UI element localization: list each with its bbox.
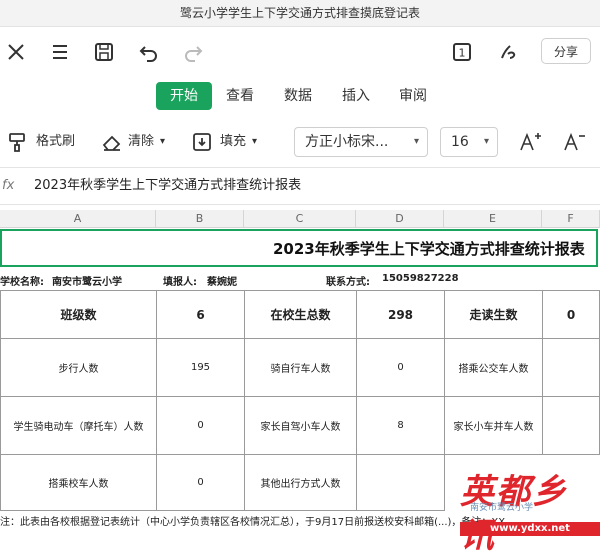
column-header-c[interactable]: C: [244, 210, 356, 227]
walk-label[interactable]: 步行人数: [0, 338, 157, 397]
watermark-url: www.ydxx.net: [460, 522, 600, 536]
carpool-label[interactable]: 家长小车并车人数: [444, 396, 543, 455]
sheet-count-icon[interactable]: 1: [450, 40, 474, 64]
tab-view[interactable]: 查看: [220, 82, 260, 110]
column-header-e[interactable]: E: [444, 210, 542, 227]
column-header-d[interactable]: D: [356, 210, 444, 227]
other-value[interactable]: [356, 454, 445, 511]
font-size-select[interactable]: 16 ▾: [440, 127, 498, 157]
day-students-label[interactable]: 走读生数: [444, 290, 543, 339]
increase-font-icon[interactable]: [518, 130, 542, 154]
total-students-value[interactable]: 298: [356, 290, 445, 339]
filler-label: 填报人:: [163, 277, 197, 288]
menu-icon[interactable]: [48, 40, 72, 64]
pen-icon[interactable]: [496, 40, 520, 64]
day-students-value[interactable]: 0: [542, 290, 600, 339]
contact-value: 15059827228: [382, 273, 459, 284]
school-bus-value[interactable]: 0: [156, 454, 245, 511]
fill-icon[interactable]: [190, 130, 214, 154]
ribbon-tabs: 开始 查看 数据 插入 审阅: [0, 80, 600, 114]
tab-home[interactable]: 开始: [156, 82, 212, 110]
walk-value[interactable]: 195: [156, 338, 245, 397]
car-label[interactable]: 家长自驾小车人数: [244, 396, 357, 455]
school-bus-label[interactable]: 搭乘校车人数: [0, 454, 157, 511]
watermark-text: 英都乡讯: [460, 472, 568, 556]
tab-data[interactable]: 数据: [278, 82, 318, 110]
tab-insert[interactable]: 插入: [336, 82, 376, 110]
chevron-down-icon: ▾: [483, 136, 489, 147]
ebike-value[interactable]: 0: [156, 396, 245, 455]
save-icon[interactable]: [92, 40, 116, 64]
svg-text:1: 1: [459, 47, 466, 60]
column-header-b[interactable]: B: [156, 210, 244, 227]
footnote: 注：此表由各校根据登记表统计（中心小学负责辖区各校情况汇总），于9月17日前报送…: [0, 517, 506, 528]
window-title: 鹭云小学学生上下学交通方式排查摸底登记表: [0, 0, 600, 27]
close-icon[interactable]: [4, 40, 28, 64]
redo-icon[interactable]: [181, 40, 205, 64]
carpool-value[interactable]: [542, 396, 600, 455]
bike-label[interactable]: 骑自行车人数: [244, 338, 357, 397]
total-students-label[interactable]: 在校生总数: [244, 290, 357, 339]
filler-name: 蔡婉妮: [207, 277, 237, 288]
fill-button[interactable]: 填充: [220, 128, 246, 156]
clear-button[interactable]: 清除: [128, 128, 154, 156]
column-header-a[interactable]: A: [0, 210, 156, 227]
formula-bar: fx 2023年秋季学生上下学交通方式排查统计报表: [0, 167, 600, 205]
font-name-select[interactable]: 方正小标宋... ▾: [294, 127, 428, 157]
ebike-label[interactable]: 学生骑电动车（摩托车）人数: [0, 396, 157, 455]
class-count-value[interactable]: 6: [156, 290, 245, 339]
undo-icon[interactable]: [137, 40, 161, 64]
chevron-down-icon: ▾: [413, 136, 419, 147]
bus-value[interactable]: [542, 338, 600, 397]
watermark-sub: 南安市鹭云小学: [470, 503, 534, 513]
format-painter-icon[interactable]: [6, 130, 30, 154]
font-size-value: 16: [451, 134, 469, 150]
school-label: 学校名称:: [0, 277, 44, 288]
school-name: 南安市鹭云小学: [52, 277, 122, 288]
car-value[interactable]: 8: [356, 396, 445, 455]
font-name-value: 方正小标宋...: [305, 134, 389, 150]
share-button[interactable]: 分享: [541, 38, 591, 64]
column-header-f[interactable]: F: [542, 210, 600, 227]
watermark-logo: 英都乡讯 南安市鹭云小学 www.ydxx.net: [460, 470, 600, 556]
chevron-down-icon[interactable]: ▾: [160, 128, 165, 156]
format-toolbar: 格式刷 清除 ▾ 填充 ▾ 方正小标宋... ▾ 16 ▾: [0, 120, 600, 164]
column-header: A B C D E F: [0, 210, 600, 228]
bike-value[interactable]: 0: [356, 338, 445, 397]
selected-title-cell[interactable]: 2023年秋季学生上下学交通方式排查统计报表: [0, 229, 598, 267]
other-label[interactable]: 其他出行方式人数: [244, 454, 357, 511]
sheet-title: 2023年秋季学生上下学交通方式排查统计报表: [273, 240, 585, 258]
contact-label: 联系方式:: [326, 277, 370, 288]
top-toolbar: 1 分享: [0, 26, 600, 78]
class-count-label[interactable]: 班级数: [0, 290, 157, 339]
format-painter-button[interactable]: 格式刷: [36, 128, 75, 156]
bus-label[interactable]: 搭乘公交车人数: [444, 338, 543, 397]
chevron-down-icon[interactable]: ▾: [252, 128, 257, 156]
formula-input[interactable]: 2023年秋季学生上下学交通方式排查统计报表: [34, 168, 301, 204]
fx-icon: fx: [2, 178, 15, 193]
tab-review[interactable]: 审阅: [393, 82, 433, 110]
eraser-icon[interactable]: [100, 130, 124, 154]
decrease-font-icon[interactable]: [562, 130, 586, 154]
